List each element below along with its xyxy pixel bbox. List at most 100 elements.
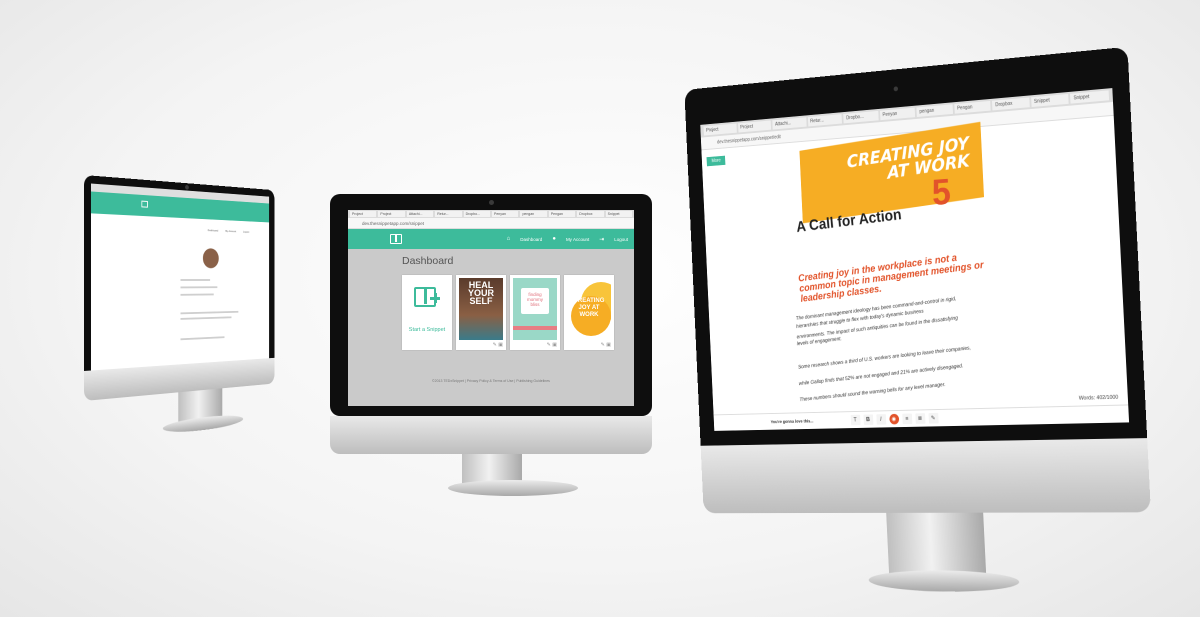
browser-tab[interactable]: Project	[378, 211, 405, 217]
url-text[interactable]: dev.thesnippetapp.com/snippet/edit	[717, 134, 781, 145]
nav-my-account[interactable]: My Account	[225, 229, 236, 233]
profile-field-line	[180, 336, 225, 341]
word-count: Words: 402/1000	[1078, 394, 1119, 402]
left-screen: Dashboard My Account Logout	[91, 183, 270, 377]
page-footer[interactable]: ©2013 TEDxSnippet | Privacy Policy & Ter…	[348, 379, 634, 383]
browser-tab[interactable]: Dropbo...	[843, 110, 879, 124]
snippet-card[interactable]: finding mommy bliss ✎ ▣	[510, 275, 560, 350]
browser-tabstrip	[91, 183, 270, 204]
center-monitor-foot	[448, 480, 578, 496]
right-screen: Project Project Attachi... Retur... Drop…	[700, 88, 1130, 431]
browser-tab[interactable]: Penyan	[492, 211, 519, 217]
browser-tab[interactable]: Pengan	[954, 100, 991, 114]
cover-image: finding mommy bliss	[513, 278, 557, 340]
start-snippet-label[interactable]: Start a Snippet	[402, 327, 452, 333]
nav-logout[interactable]: Logout	[243, 230, 249, 234]
browser-tab[interactable]: pengan	[916, 104, 953, 117]
user-icon: ●	[552, 236, 556, 242]
trash-icon[interactable]: ▣	[606, 342, 611, 348]
logo-icon	[141, 200, 148, 208]
browser-tab[interactable]: Project	[350, 211, 377, 217]
left-monitor-bezel: Dashboard My Account Logout	[84, 175, 275, 436]
cover-title-line: JOY AT	[578, 305, 600, 311]
nav-dashboard[interactable]: Dashboard	[208, 228, 219, 232]
browser-tab[interactable]: Retur...	[435, 211, 462, 217]
browser-tab[interactable]: Project	[703, 123, 737, 136]
logout-icon: ⇥	[599, 236, 605, 243]
pen-icon[interactable]: ✎	[928, 412, 939, 424]
browser-tab[interactable]: Penyan	[879, 107, 916, 121]
app-header: ⌂ Dashboard ● My Account ⇥ Logout	[348, 229, 634, 249]
cover-image: HEAL YOUR SELF	[459, 278, 503, 340]
profile-field-line	[180, 286, 218, 289]
avatar	[202, 248, 219, 269]
address-bar[interactable]: dev.thesnippetapp.com/snippet	[348, 218, 634, 229]
camera-icon	[489, 200, 494, 205]
camera-icon	[893, 86, 899, 92]
editor-headline[interactable]: Creating joy in the workplace is not a c…	[798, 249, 986, 305]
more-button[interactable]: More	[706, 155, 726, 167]
home-icon: ⌂	[506, 236, 511, 242]
snippet-card[interactable]: HEAL YOUR SELF ✎ ▣	[456, 275, 506, 350]
card-actions: ✎ ▣	[601, 342, 611, 348]
toolbar-caption: You're gonna love this...	[770, 418, 814, 425]
italic-button[interactable]: I	[875, 414, 886, 425]
page-title: Dashboard	[402, 255, 454, 267]
browser-tab[interactable]: Attachi...	[772, 117, 807, 130]
left-nav: Dashboard My Account Logout	[208, 228, 250, 233]
color-picker-icon[interactable]: ◉	[888, 413, 899, 425]
right-monitor-bezel: Project Project Attachi... Retur... Drop…	[684, 46, 1151, 593]
browser-tab[interactable]: Retur...	[807, 114, 843, 127]
profile-field-line	[180, 293, 214, 296]
edit-icon[interactable]: ✎	[601, 342, 605, 348]
snippet-card[interactable]: CREATING JOY AT WORK ✎ ▣	[564, 275, 614, 350]
text-style-button[interactable]: T	[850, 414, 861, 426]
center-screen: Project Project Attachi... Retur... Drop…	[348, 210, 634, 406]
browser-tab[interactable]: Snippet	[1031, 93, 1070, 108]
app-header	[91, 191, 270, 223]
right-monitor-chin	[700, 438, 1151, 514]
profile-field-line	[180, 310, 239, 315]
left-monitor-foot	[162, 412, 244, 436]
profile-field-line	[180, 279, 211, 281]
nav-logout[interactable]: Logout	[614, 237, 628, 242]
url-text[interactable]: dev.thesnippetapp.com/snippet	[362, 221, 424, 226]
browser-tab[interactable]: Dropbox	[992, 97, 1030, 111]
start-snippet-card[interactable]: Start a Snippet	[402, 275, 452, 350]
nav-dashboard[interactable]: Dashboard	[520, 237, 542, 242]
left-monitor-stand	[178, 388, 223, 426]
camera-icon	[185, 184, 189, 190]
center-monitor-bezel: Project Project Attachi... Retur... Drop…	[330, 194, 652, 416]
editor-toolbar: You're gonna love this... T B I ◉ ≡ ≣ ✎	[713, 404, 1130, 431]
trash-icon[interactable]: ▣	[552, 342, 557, 348]
right-monitor-foot	[868, 569, 1020, 593]
browser-tab[interactable]: Snippet	[605, 211, 633, 217]
browser-tab[interactable]: Dropbox	[577, 211, 604, 217]
card-actions: ✎ ▣	[547, 342, 557, 348]
add-book-icon	[414, 287, 440, 307]
browser-tab[interactable]: pengan	[520, 211, 547, 217]
left-monitor-chin	[84, 357, 275, 401]
edit-icon[interactable]: ✎	[493, 342, 497, 348]
cover-title-line: WORK	[579, 312, 599, 318]
dashboard-body: Dashboard Start a Snippet HEAL YOUR SELF…	[348, 249, 634, 406]
browser-tabstrip: Project Project Attachi... Retur... Drop…	[348, 210, 634, 218]
profile-field-line	[180, 316, 232, 320]
browser-tab[interactable]: Dropbo...	[463, 211, 491, 217]
numbered-list-button[interactable]: ≣	[914, 413, 926, 424]
bullet-list-button[interactable]: ≡	[901, 413, 912, 425]
browser-tab[interactable]: Project	[737, 120, 772, 133]
cover-title-line: SELF	[469, 296, 493, 306]
trash-icon[interactable]: ▣	[498, 342, 503, 348]
cover-title-line: CREATING	[573, 298, 605, 304]
book-logo-icon[interactable]	[390, 234, 402, 244]
nav-my-account[interactable]: My Account	[566, 237, 589, 242]
browser-tab[interactable]: Snippet	[1070, 90, 1110, 104]
browser-tab[interactable]: Pengan	[548, 211, 576, 217]
chapter-number: 5	[931, 171, 952, 214]
browser-tab[interactable]: Attachi...	[406, 211, 434, 217]
center-monitor-chin	[330, 416, 652, 454]
bold-button[interactable]: B	[863, 414, 873, 426]
edit-icon[interactable]: ✎	[547, 342, 551, 348]
editor-paragraph[interactable]: These numbers should sound the warning b…	[799, 382, 945, 403]
